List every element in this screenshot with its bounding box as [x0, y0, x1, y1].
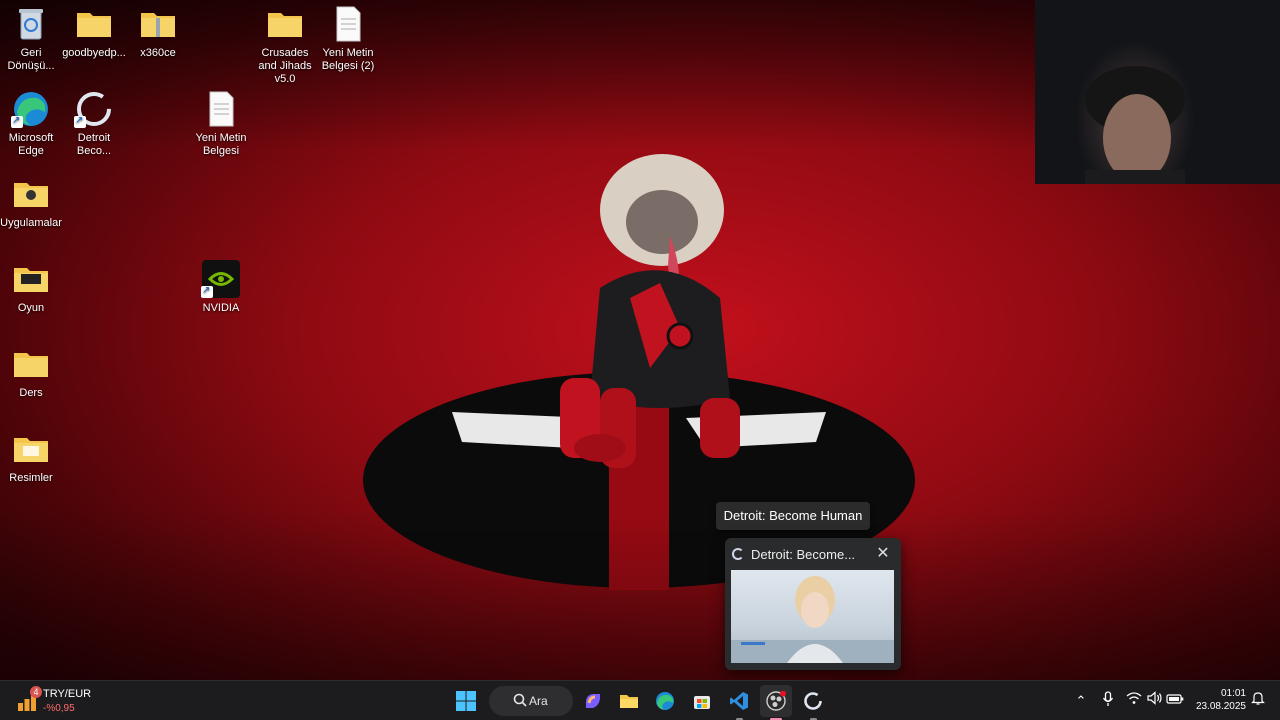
taskbar-vscode[interactable] [723, 685, 755, 720]
webcam-person [1085, 66, 1185, 184]
desktop-icon-oyun[interactable]: Oyun [0, 260, 67, 315]
file-explorer-icon [620, 695, 638, 708]
icon-label: x360ce [140, 47, 176, 59]
obs-icon [766, 691, 786, 711]
desktop-icon-uygulamalar[interactable]: Uygulamalar [0, 175, 67, 230]
desktop-icon-ders[interactable]: Ders [0, 345, 67, 400]
shortcut-arrow-icon [201, 284, 213, 298]
desktop-icon-recycle-bin[interactable]: Geri Dönüşü... [0, 5, 67, 73]
desktop-icon-crusades[interactable]: Crusades and Jihads v5.0 [249, 5, 321, 86]
vscode-icon [730, 692, 748, 710]
notification-bell-icon[interactable] [1248, 691, 1268, 711]
recycle-bin-icon [11, 5, 51, 43]
desktop-icon-detroit[interactable]: Detroit Beco... [58, 90, 130, 158]
clock-time: 01:01 [1220, 688, 1246, 699]
start-button[interactable] [450, 685, 482, 717]
desktop-icon-resimler[interactable]: Resimler [0, 430, 67, 485]
taskbar-store[interactable] [686, 685, 718, 717]
desktop-icon-text-document-2[interactable]: Yeni Metin Belgesi (2) [312, 5, 384, 73]
start-icon [456, 691, 476, 711]
window-thumbnail-preview[interactable]: Detroit: Become... ✕ [725, 538, 901, 670]
speaker-icon[interactable] [1145, 691, 1165, 711]
text-document-icon [201, 90, 241, 128]
taskbar-tooltip: Detroit: Become Human [716, 502, 870, 530]
icon-label: NVIDIA [202, 302, 240, 314]
folder-icon [265, 5, 305, 43]
store-icon [694, 696, 710, 709]
search-label: Ara [529, 694, 548, 708]
icon-label: Microsoft Edge [8, 132, 54, 157]
taskbar-detroit[interactable] [797, 685, 829, 720]
icon-label: Oyun [17, 302, 45, 314]
wallpaper-dog [560, 154, 740, 468]
currency-pair: TRY/EUR [43, 688, 92, 700]
nvidia-icon [201, 260, 241, 298]
shortcut-arrow-icon [11, 114, 23, 128]
icon-label: Crusades and Jihads v5.0 [258, 47, 312, 85]
thumbnail-header: Detroit: Become... ✕ [725, 538, 901, 570]
currency-change: -%0,95 [43, 703, 75, 714]
desktop-icon-goodbyedp[interactable]: goodbyedp... [58, 5, 130, 60]
wifi-icon[interactable] [1124, 691, 1144, 711]
folder-icon [11, 260, 51, 298]
folder-icon [74, 5, 114, 43]
taskbar-file-explorer[interactable] [613, 685, 645, 717]
icon-label: goodbyedp... [62, 47, 126, 59]
search-icon [513, 693, 527, 707]
detroit-app-icon [74, 90, 114, 128]
folder-icon [11, 430, 51, 468]
clock[interactable]: 01:01 23.08.2025 [1188, 687, 1246, 713]
webcam-overlay [1035, 0, 1280, 184]
copilot-icon [585, 694, 601, 708]
icon-label: Uygulamalar [0, 217, 62, 229]
game-screenshot [731, 576, 894, 663]
detroit-app-icon [804, 692, 822, 710]
zip-folder-icon [138, 5, 178, 43]
icon-label: Yeni Metin Belgesi (2) [321, 47, 375, 72]
text-document-icon [328, 5, 368, 43]
desktop-icon-edge[interactable]: Microsoft Edge [0, 90, 67, 158]
notification-badge: 4 [30, 686, 42, 698]
icon-label: Ders [19, 387, 43, 399]
taskbar-search[interactable]: Ara [489, 686, 573, 716]
folder-icon [11, 345, 51, 383]
chevron-up-icon[interactable]: ⌃ [1071, 691, 1091, 711]
clock-date: 23.08.2025 [1195, 701, 1246, 712]
close-icon[interactable]: ✕ [873, 544, 893, 564]
desktop: Geri Dönüşü... goodbyedp... x360ce Crusa… [0, 0, 1280, 680]
desktop-icon-x360ce[interactable]: x360ce [122, 5, 194, 60]
desktop-icon-nvidia[interactable]: NVIDIA [185, 260, 257, 315]
icon-label: Geri Dönüşü... [7, 47, 55, 72]
taskbar-copilot[interactable] [577, 685, 609, 717]
detroit-app-icon [732, 548, 744, 560]
currency-widget[interactable]: 4 TRY/EUR -%0,95 [12, 685, 122, 717]
microphone-icon[interactable] [1098, 691, 1118, 711]
edge-icon [656, 692, 674, 710]
thumbnail-image[interactable] [731, 570, 894, 663]
taskbar: 4 TRY/EUR -%0,95 Ara ⌃ 01:01 23.08.2025 [0, 680, 1280, 720]
icon-label: Detroit Beco... [76, 132, 112, 157]
thumbnail-title: Detroit: Become... [751, 547, 856, 562]
shortcut-arrow-icon [74, 114, 86, 128]
desktop-icon-text-document[interactable]: Yeni Metin Belgesi [185, 90, 257, 158]
taskbar-edge[interactable] [649, 685, 681, 717]
edge-icon [11, 90, 51, 128]
icon-label: Yeni Metin Belgesi [195, 132, 247, 157]
taskbar-obs[interactable] [760, 685, 792, 720]
icon-label: Resimler [9, 472, 53, 484]
battery-icon[interactable] [1165, 691, 1185, 711]
folder-icon [11, 175, 51, 213]
